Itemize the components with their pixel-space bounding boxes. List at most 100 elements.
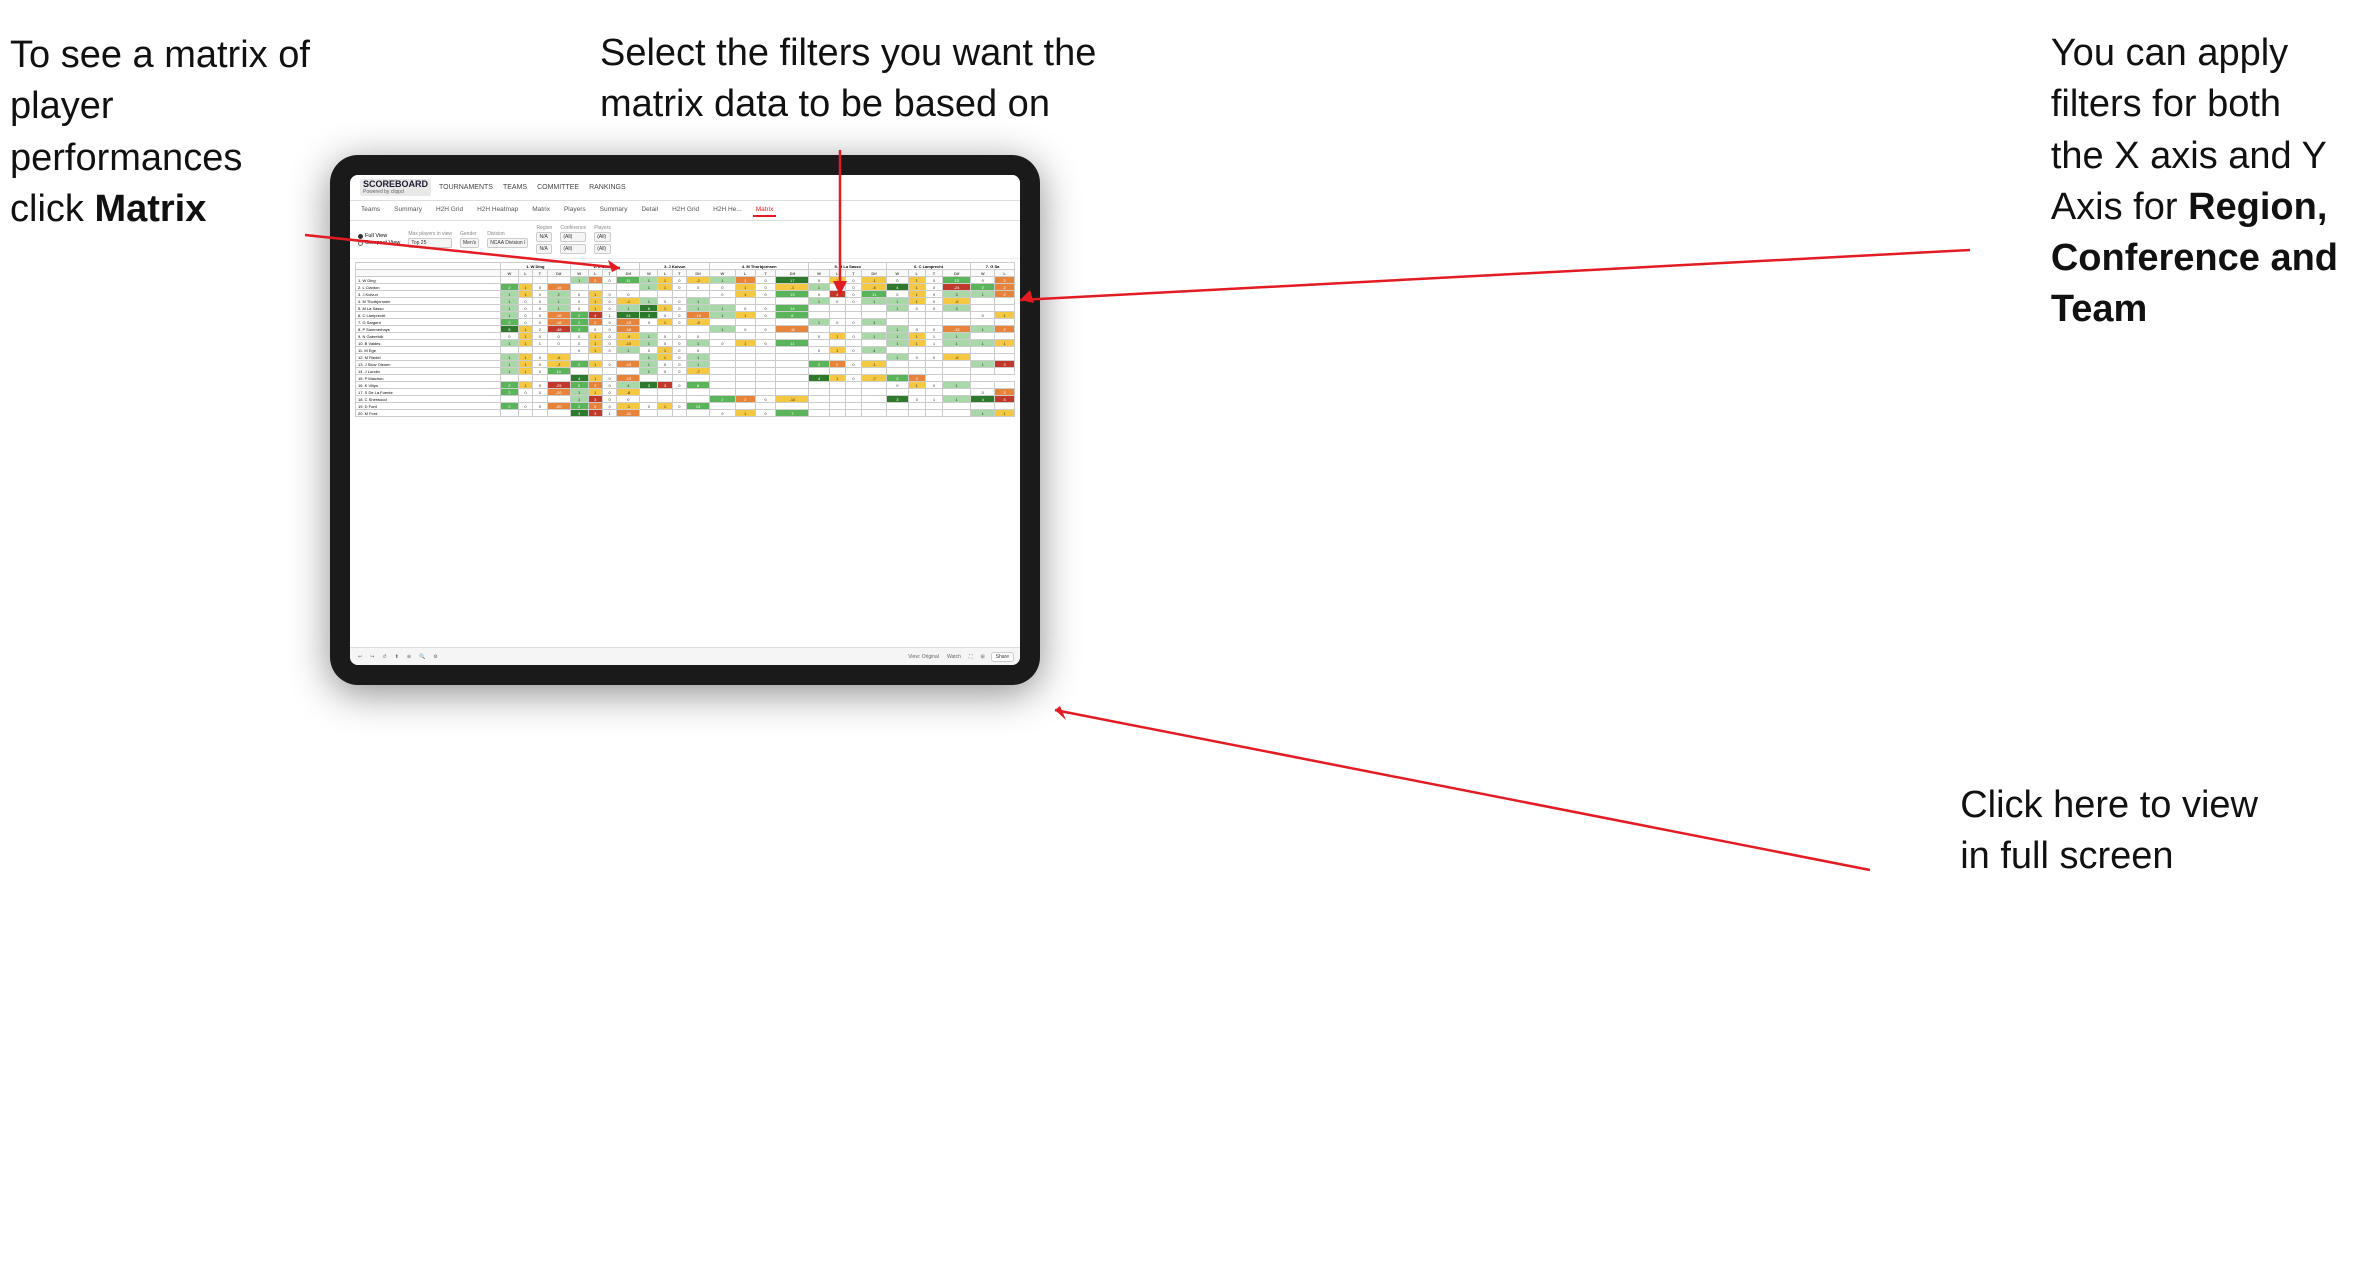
- players-select[interactable]: (All): [594, 232, 611, 242]
- cell-r18-c5-3: [943, 403, 971, 410]
- nav-committee[interactable]: COMMITTEE: [537, 184, 579, 191]
- redo-btn[interactable]: ↪: [368, 653, 376, 661]
- grid-btn[interactable]: ⊞: [978, 653, 986, 661]
- cell-r19-c3-2: 0: [755, 410, 775, 417]
- cell-r4-c2-1: 1: [658, 305, 672, 312]
- cell-r2-c1-0: 0: [570, 291, 588, 298]
- sub-d4: Dif: [776, 270, 809, 277]
- cell-r1-c5-2: 0: [925, 284, 942, 291]
- cell-r9-c3-3: 11: [776, 340, 809, 347]
- region-select-2[interactable]: N/A: [536, 244, 552, 254]
- reset-btn[interactable]: ↺: [380, 653, 388, 661]
- cell-r0-c3-3: 17: [776, 277, 809, 284]
- cell-r17-c5-3: 1: [943, 396, 971, 403]
- sub-w3: W: [640, 270, 658, 277]
- cell-r13-c0-1: 1: [518, 368, 532, 375]
- cell-r12-c3-3: [776, 361, 809, 368]
- conference-select[interactable]: (All): [560, 232, 586, 242]
- cell-r11-c4-3: [862, 354, 887, 361]
- cell-r11-c2-3: 1: [686, 354, 709, 361]
- cell-r8-c2-0: 1: [640, 333, 658, 340]
- cell-r19-c5-0: [887, 410, 909, 417]
- cell-r14-c0-0: [500, 375, 518, 382]
- zoom-btn[interactable]: 🔍: [417, 653, 427, 661]
- cell-r15-c0-0: 2: [500, 382, 518, 389]
- max-players-filter: Max players in view Top 25: [408, 231, 452, 248]
- tab-detail[interactable]: Detail: [638, 204, 661, 217]
- cell-r5-c3-2: 0: [755, 312, 775, 319]
- watch-btn[interactable]: Watch: [945, 653, 963, 661]
- cell-r17-c2-0: [640, 396, 658, 403]
- cell-r12-c2-2: 0: [672, 361, 686, 368]
- cell-r4-c4-0: [809, 305, 829, 312]
- cell-r7-c1-2: 0: [602, 326, 616, 333]
- undo-btn[interactable]: ↩: [356, 653, 364, 661]
- tab-summary2[interactable]: Summary: [597, 204, 631, 217]
- col-empty: [356, 263, 501, 270]
- cell-r12-c6-1: 3: [995, 361, 1015, 368]
- tab-h2h-heatmap[interactable]: H2H Heatmap: [474, 204, 521, 217]
- cell-r18-c5-0: [887, 403, 909, 410]
- cell-r17-c3-2: 0: [755, 396, 775, 403]
- cell-r6-c3-2: [755, 319, 775, 326]
- nav-rankings[interactable]: RANKINGS: [589, 184, 626, 191]
- settings-btn[interactable]: ⚙: [431, 653, 439, 661]
- view-original-btn[interactable]: View: Original: [906, 653, 941, 661]
- cell-r0-c4-0: 0: [809, 277, 829, 284]
- cell-r4-c3-0: 1: [710, 305, 735, 312]
- tab-h2h-grid2[interactable]: H2H Grid: [669, 204, 702, 217]
- gender-select[interactable]: Men's: [460, 238, 479, 248]
- cell-r17-c4-1: [829, 396, 845, 403]
- cell-r14-c0-3: [547, 375, 570, 382]
- max-players-select[interactable]: Top 25: [408, 238, 452, 248]
- cell-r1-c3-0: 0: [710, 284, 735, 291]
- nav-tournaments[interactable]: TOURNAMENTS: [439, 184, 493, 191]
- cell-r0-c5-3: 13: [943, 277, 971, 284]
- cell-r16-c4-1: [829, 389, 845, 396]
- players-label: Players: [594, 225, 611, 231]
- players-select-2[interactable]: (All): [594, 244, 611, 254]
- tab-matrix[interactable]: Matrix: [529, 204, 553, 217]
- fullscreen-btn[interactable]: ⛶: [967, 653, 975, 661]
- share-icon-btn[interactable]: ⬆: [393, 653, 401, 661]
- tab-h2hhe[interactable]: H2H He...: [710, 204, 745, 217]
- cell-r5-c1-1: 4: [588, 312, 602, 319]
- cell-r10-c6-1: [995, 347, 1015, 354]
- share-btn[interactable]: Share: [991, 652, 1014, 662]
- compact-view-radio[interactable]: Compact View: [358, 240, 400, 246]
- gender-filter: Gender Men's: [460, 231, 479, 248]
- cell-r12-c3-1: [735, 361, 755, 368]
- conference-select-2[interactable]: (All): [560, 244, 586, 254]
- cell-r5-c5-1: [908, 312, 925, 319]
- cell-r8-c0-0: 0: [500, 333, 518, 340]
- cell-r4-c6-1: [995, 305, 1015, 312]
- region-select[interactable]: N/A: [536, 232, 552, 242]
- cell-r18-c1-1: 2: [588, 403, 602, 410]
- cell-r1-c2-0: 1: [640, 284, 658, 291]
- tab-h2h-grid[interactable]: H2H Grid: [433, 204, 466, 217]
- nav-teams[interactable]: TEAMS: [503, 184, 527, 191]
- tab-summary[interactable]: Summary: [391, 204, 425, 217]
- cell-r7-c5-0: 1: [887, 326, 909, 333]
- cell-r12-c5-3: [943, 361, 971, 368]
- full-view-radio[interactable]: Full View: [358, 233, 400, 239]
- copy-btn[interactable]: ⊕: [405, 653, 413, 661]
- cell-r12-c1-3: -19: [617, 361, 640, 368]
- sub-w7: W: [971, 270, 995, 277]
- table-row: 6. C Lamprecht100-1624124300-16110601: [356, 312, 1015, 319]
- table-row: 11. M Ege010101000104: [356, 347, 1015, 354]
- cell-r6-c2-0: 0: [640, 319, 658, 326]
- cell-r11-c1-0: [570, 354, 588, 361]
- cell-r9-c1-2: 0: [602, 340, 616, 347]
- cell-r8-c4-0: 0: [809, 333, 829, 340]
- cell-r16-c6-1: 2: [995, 389, 1015, 396]
- table-row: 15. P Maichon410-19410-722: [356, 375, 1015, 382]
- cell-r6-c1-3: -15: [617, 319, 640, 326]
- division-select[interactable]: NCAA Division I: [487, 238, 528, 248]
- tab-players[interactable]: Players: [561, 204, 589, 217]
- cell-r11-c0-2: 0: [533, 354, 547, 361]
- tab-matrix-active[interactable]: Matrix: [753, 204, 777, 217]
- tab-teams[interactable]: Teams: [358, 204, 383, 217]
- annotation-top-left: To see a matrix of player performances c…: [10, 30, 330, 235]
- cell-r7-c0-3: -48: [547, 326, 570, 333]
